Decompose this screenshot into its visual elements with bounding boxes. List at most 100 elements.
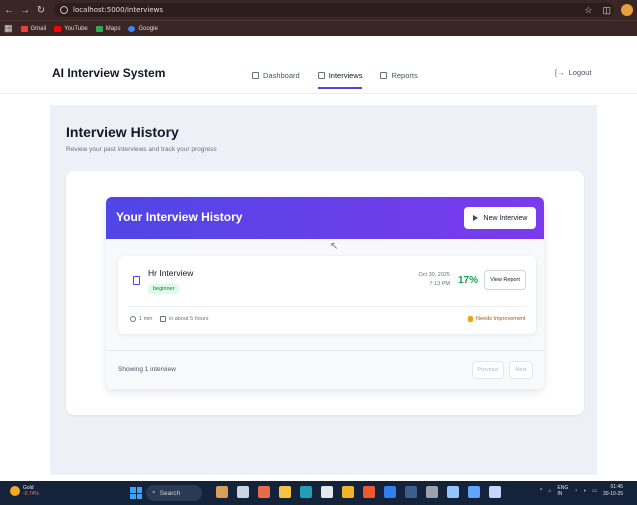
- search-icon: ⌕: [152, 489, 156, 496]
- nav-interviews[interactable]: Interviews: [317, 64, 363, 89]
- system-clock[interactable]: 01:45 30-10-25: [603, 484, 623, 498]
- network-icon[interactable]: ⌂: [548, 488, 551, 494]
- youtube-icon: [54, 25, 62, 32]
- nav-dashboard[interactable]: Dashboard: [252, 64, 300, 86]
- brave-icon[interactable]: [363, 486, 375, 498]
- calendar-icon: [160, 316, 166, 322]
- bookmark-gmail[interactable]: Gmail: [20, 25, 47, 32]
- history-title: Your Interview History: [116, 210, 243, 224]
- brand-title[interactable]: AI Interview System: [52, 66, 165, 80]
- logout-label: Logout: [568, 68, 592, 77]
- reload-icon[interactable]: ↻: [34, 5, 48, 16]
- clock-date: 30-10-25: [603, 491, 624, 497]
- new-interview-label: New Interview: [483, 214, 528, 222]
- vscode-icon[interactable]: [384, 486, 396, 498]
- apps-grid-icon[interactable]: ▦: [4, 23, 13, 34]
- relative-time-text: in about 5 hours: [169, 316, 209, 322]
- clock-time: 01:45: [610, 484, 624, 490]
- windows-start-icon[interactable]: [130, 487, 142, 499]
- gmail-icon: [20, 25, 28, 32]
- divider: [128, 306, 526, 307]
- search-label: Search: [159, 489, 181, 497]
- language-indicator[interactable]: ENG IN: [557, 485, 568, 497]
- document-app-icon[interactable]: [489, 486, 501, 498]
- weather-widget[interactable]: Gold -0.74%: [10, 485, 39, 497]
- bookmarks-bar: ▦ Gmail YouTube Maps Google: [0, 20, 637, 36]
- interview-date: Oct 30, 2025: [418, 272, 451, 278]
- mouse-cursor-icon: ↖: [330, 241, 339, 252]
- address-bar[interactable]: localhost:5000/interviews: [54, 3, 614, 17]
- chevron-up-icon[interactable]: ^: [540, 488, 542, 494]
- google-icon: [128, 25, 136, 32]
- history-header: Your Interview History New Interview: [106, 197, 544, 239]
- reports-icon: [380, 71, 388, 79]
- showing-count: Showing 1 interview: [118, 366, 176, 373]
- widgets-icon[interactable]: [216, 486, 228, 498]
- notepad-icon[interactable]: [468, 486, 480, 498]
- bookmark-label: Google: [138, 25, 158, 32]
- nav-label: Reports: [391, 70, 418, 80]
- relative-time-meta: in about 5 hours: [160, 316, 208, 322]
- duration-text: 1 min: [139, 316, 153, 322]
- interview-item[interactable]: Hr Interview beginner Oct 30, 2025 7:13 …: [118, 256, 536, 334]
- interviews-icon: [317, 71, 325, 79]
- windows-taskbar: Gold -0.74% ⌕ Search ^ ⌂ ENG IN ◔ ◖ ▭ 01…: [0, 481, 637, 505]
- lightbulb-icon: [468, 316, 473, 322]
- wifi-icon[interactable]: ◔: [574, 488, 577, 494]
- chrome-icon[interactable]: [342, 486, 354, 498]
- next-button[interactable]: Next: [509, 361, 533, 379]
- status-indicator: Needs Improvement: [468, 316, 526, 322]
- task-view-icon[interactable]: [237, 486, 249, 498]
- forward-arrow-icon[interactable]: →: [18, 5, 32, 16]
- play-icon: [472, 215, 478, 221]
- dashboard-icon: [252, 71, 259, 79]
- clock-icon: [130, 316, 136, 322]
- logout-button[interactable]: [→ Logout: [555, 68, 592, 77]
- bookmark-label: YouTube: [64, 25, 88, 32]
- level-badge: beginner: [148, 284, 180, 294]
- taskbar-search[interactable]: ⌕ Search: [146, 485, 202, 501]
- battery-icon[interactable]: ▭: [592, 488, 597, 494]
- copilot-icon[interactable]: [258, 486, 270, 498]
- edge-icon[interactable]: [300, 486, 312, 498]
- site-info-icon[interactable]: [60, 6, 68, 14]
- duration-meta: 1 min: [130, 316, 152, 322]
- score-value: 17%: [458, 275, 479, 286]
- page-title: Interview History: [66, 124, 179, 140]
- footer-divider: [106, 350, 544, 351]
- calculator-icon[interactable]: [447, 486, 459, 498]
- extensions-icon[interactable]: ◫: [602, 5, 611, 16]
- system-tray: ^ ⌂ ENG IN ◔ ◖ ▭ 01:45 30-10-25: [540, 484, 623, 498]
- bookmark-label: Gmail: [30, 25, 47, 32]
- star-icon[interactable]: ☆: [584, 5, 592, 16]
- logout-icon: [→: [555, 68, 565, 77]
- react-icon[interactable]: [405, 486, 417, 498]
- gold-ticker-icon: [10, 486, 20, 496]
- main-nav: Dashboard Interviews Reports: [252, 64, 418, 89]
- browser-toolbar: ← → ↻ localhost:5000/interviews ☆ ◫: [0, 0, 637, 20]
- back-arrow-icon[interactable]: ←: [2, 5, 16, 16]
- ticker-change: -0.74%: [23, 491, 39, 497]
- volume-icon[interactable]: ◖: [583, 488, 586, 494]
- file-explorer-icon[interactable]: [279, 486, 291, 498]
- app-header: AI Interview System Dashboard Interviews…: [0, 36, 637, 94]
- nav-label: Interviews: [328, 70, 363, 80]
- interview-time: 7:13 PM: [429, 281, 450, 287]
- url-text: localhost:5000/interviews: [73, 6, 164, 14]
- previous-button[interactable]: Previous: [472, 361, 504, 379]
- profile-avatar[interactable]: [621, 4, 633, 16]
- bookmark-maps[interactable]: Maps: [95, 25, 121, 32]
- view-report-button[interactable]: View Report: [484, 270, 526, 290]
- document-icon: [133, 276, 140, 285]
- lang-region: IN: [557, 491, 563, 497]
- bookmark-youtube[interactable]: YouTube: [54, 25, 88, 32]
- maps-pin-icon: [95, 25, 103, 32]
- github-icon[interactable]: [426, 486, 438, 498]
- interview-name: Hr Interview: [148, 268, 194, 278]
- nav-reports[interactable]: Reports: [380, 64, 418, 86]
- new-interview-button[interactable]: New Interview: [464, 207, 536, 229]
- bookmark-label: Maps: [105, 25, 121, 32]
- nav-label: Dashboard: [263, 70, 300, 80]
- bookmark-google[interactable]: Google: [128, 25, 158, 32]
- store-icon[interactable]: [321, 486, 333, 498]
